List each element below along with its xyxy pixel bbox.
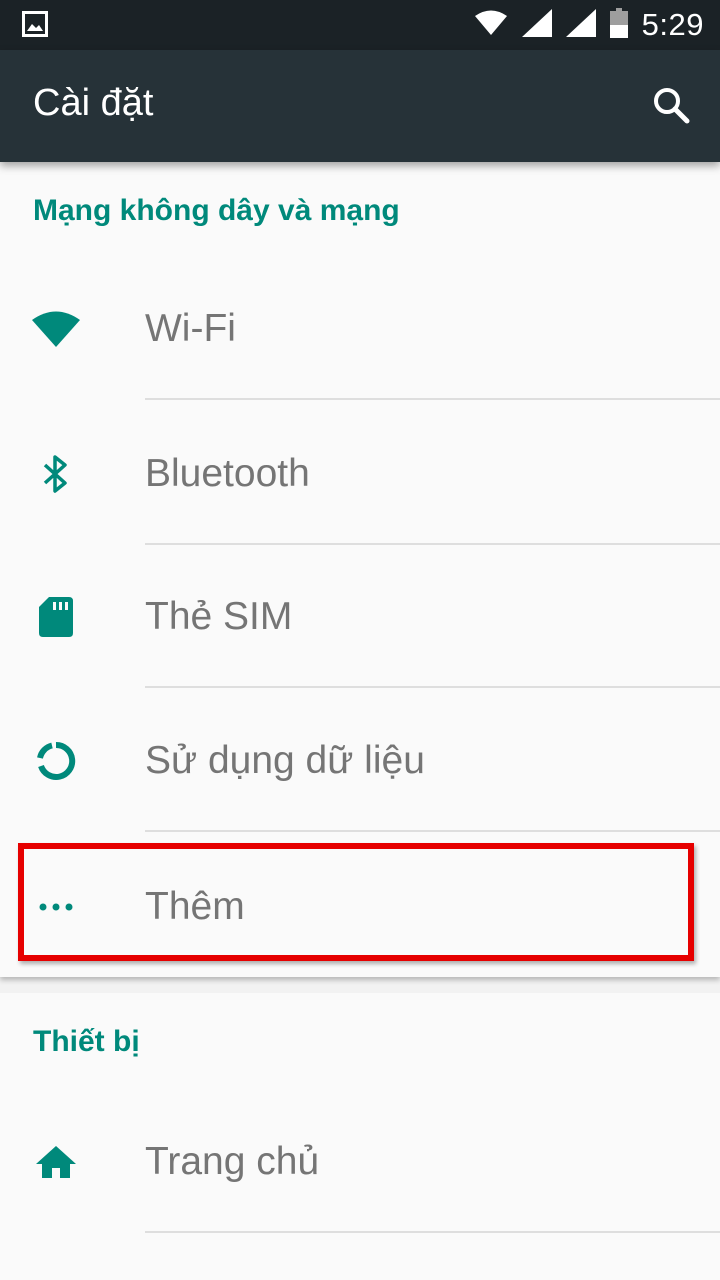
settings-item-sim[interactable]: Thẻ SIM [0,545,720,688]
divider [145,1231,720,1233]
device-section: Thiết bị Trang chủ [0,993,720,1280]
cell-signal-2-icon [565,8,596,42]
image-notification-icon [22,11,48,37]
wifi-icon [32,305,80,353]
section-header-network: Mạng không dây và mạng [33,194,400,227]
settings-item-label: Bluetooth [145,451,310,495]
divider [145,830,720,832]
battery-icon [609,7,628,43]
wifi-signal-icon [474,10,508,41]
settings-item-data-usage[interactable]: Sử dụng dữ liệu [0,689,720,832]
sim-card-icon [32,593,80,641]
cell-signal-icon [521,8,552,42]
page-title: Cài đặt [33,82,154,124]
status-bar: 5:29 [0,0,720,50]
home-icon [32,1138,80,1186]
status-icons: 5:29 [474,0,704,50]
settings-item-label: Thẻ SIM [145,594,293,638]
settings-item-label: Wi-Fi [145,306,236,350]
search-icon [654,88,690,124]
app-toolbar: Cài đặt [0,50,720,162]
status-time: 5:29 [641,7,704,42]
settings-item-label: Sử dụng dữ liệu [145,738,425,782]
section-header-device: Thiết bị [33,1025,140,1058]
settings-item-label: Trang chủ [145,1139,320,1183]
settings-item-home[interactable]: Trang chủ [0,1090,720,1233]
divider [145,686,720,688]
highlight-box [18,843,694,961]
settings-item-wifi[interactable]: Wi-Fi [0,257,720,400]
bluetooth-icon [32,450,80,498]
divider [145,398,720,400]
data-usage-icon [32,737,80,785]
settings-item-bluetooth[interactable]: Bluetooth [0,402,720,545]
search-button[interactable] [650,84,692,126]
